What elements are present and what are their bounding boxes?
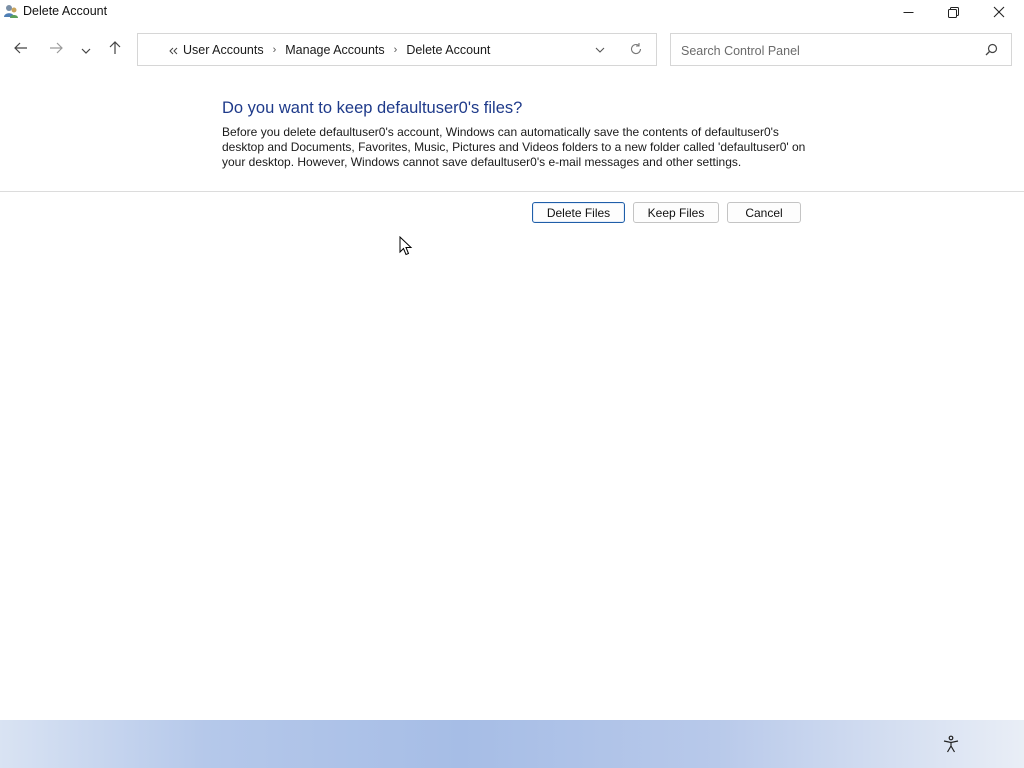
- title-bar: Delete Account: [0, 0, 1024, 24]
- search-icon[interactable]: [985, 43, 998, 61]
- keep-files-button[interactable]: Keep Files: [633, 202, 719, 223]
- window-title: Delete Account: [23, 4, 108, 18]
- breadcrumb-item-delete-account[interactable]: Delete Account: [406, 43, 490, 57]
- up-arrow-icon: [109, 40, 121, 60]
- close-button[interactable]: [976, 0, 1022, 24]
- breadcrumb: User Accounts › Manage Accounts › Delete…: [183, 34, 490, 65]
- breadcrumb-chevron-icon[interactable]: ›: [273, 44, 277, 56]
- back-button[interactable]: [9, 38, 33, 62]
- user-accounts-icon: [3, 3, 19, 19]
- hidden-locations-icon[interactable]: [168, 43, 178, 61]
- minimize-icon: [903, 7, 914, 18]
- search-input[interactable]: [679, 41, 973, 61]
- page-title: Do you want to keep defaultuser0's files…: [222, 99, 523, 117]
- minimize-button[interactable]: [885, 0, 931, 24]
- page-description: Before you delete defaultuser0's account…: [222, 125, 806, 169]
- divider: [0, 191, 1024, 192]
- forward-arrow-icon: [49, 41, 63, 59]
- forward-button[interactable]: [44, 38, 68, 62]
- navigation-bar: User Accounts › Manage Accounts › Delete…: [0, 24, 1024, 76]
- address-dropdown-icon[interactable]: [594, 43, 606, 61]
- restore-button[interactable]: [930, 0, 976, 24]
- back-arrow-icon: [14, 41, 28, 59]
- breadcrumb-item-user-accounts[interactable]: User Accounts: [183, 43, 264, 57]
- close-icon: [993, 6, 1005, 18]
- up-button[interactable]: [103, 38, 127, 62]
- restore-icon: [947, 6, 959, 18]
- cancel-button[interactable]: Cancel: [727, 202, 801, 223]
- breadcrumb-chevron-icon[interactable]: ›: [394, 44, 398, 56]
- delete-files-button[interactable]: Delete Files: [532, 202, 625, 223]
- breadcrumb-item-manage-accounts[interactable]: Manage Accounts: [285, 43, 384, 57]
- taskbar-background: [0, 720, 1024, 768]
- recent-locations-chevron-icon: [81, 41, 91, 59]
- search-box[interactable]: [670, 33, 1012, 66]
- refresh-icon[interactable]: [629, 42, 643, 61]
- accessibility-icon[interactable]: [942, 735, 960, 758]
- mouse-cursor-icon: [399, 235, 413, 261]
- address-bar[interactable]: User Accounts › Manage Accounts › Delete…: [137, 33, 657, 66]
- recent-locations-button[interactable]: [74, 38, 98, 62]
